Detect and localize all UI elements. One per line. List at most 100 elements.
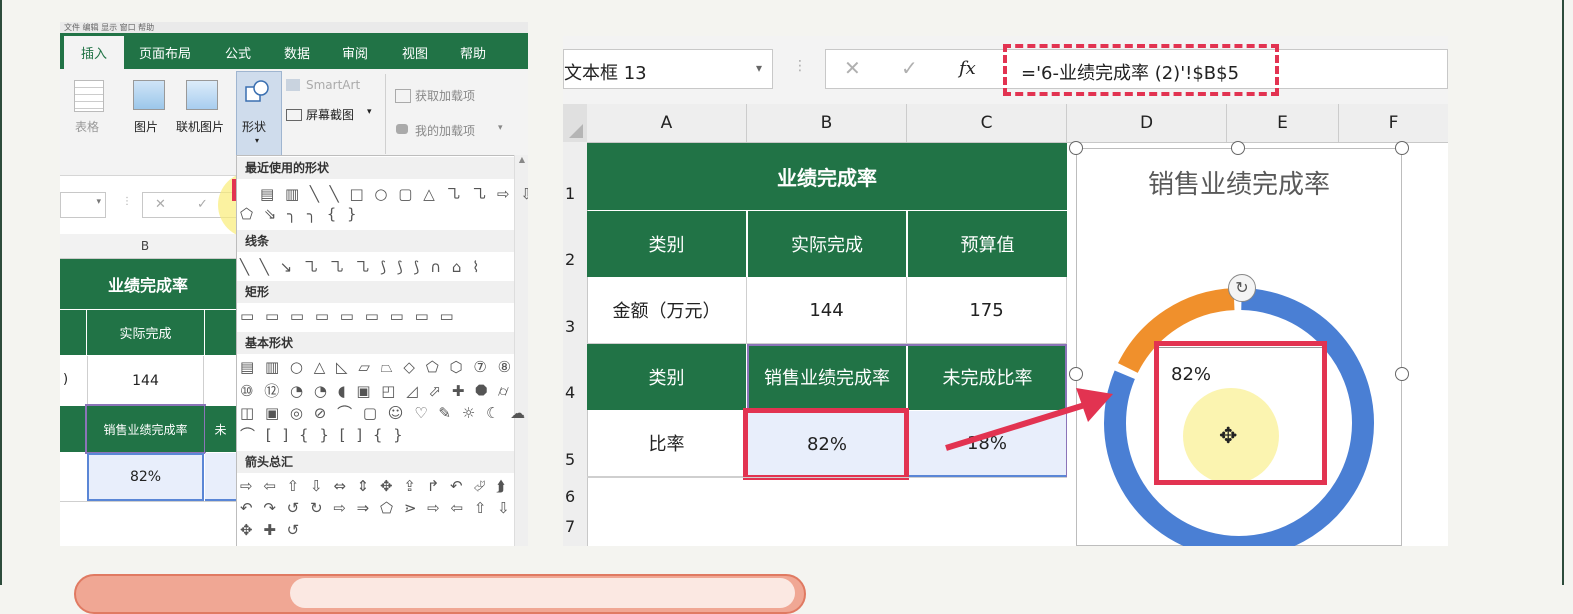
select-all-corner[interactable] (563, 104, 587, 142)
cancel-icon[interactable]: ✕ (155, 197, 166, 212)
row-header-4[interactable]: 4 (565, 383, 575, 402)
namebox[interactable]: 文本框 13 ▾ (563, 49, 773, 89)
column-header-b[interactable]: B (747, 104, 907, 142)
arrows-row-1[interactable]: ⇨ ⇦ ⇧ ⇩ ⇔ ⇕ ✥ ⇪ ↱ ↶ ⮰ ⮭ (240, 477, 508, 495)
lines-row[interactable]: ╲ ╲ ↘ ㇈ ㇈ ㇈ ⟆ ⟆ ⟆ ∩ ⌂ ⌇ (240, 256, 482, 277)
chart-handle-tm[interactable] (1231, 141, 1245, 155)
screenshot-button[interactable]: 屏幕截图 (306, 106, 354, 123)
left-cell-unfinished-fragment[interactable]: 未 (205, 406, 236, 452)
get-addins-button[interactable]: 获取加载项 (415, 87, 475, 104)
dropdown-scrollbar[interactable]: ▲ (514, 155, 528, 546)
ribbon-divider (385, 74, 386, 154)
menu-header-basic: 基本形状 (237, 332, 514, 354)
cell-c3[interactable]: 175 (907, 277, 1067, 344)
cell-title[interactable]: 业绩完成率 (587, 143, 1067, 210)
chevron-down-icon: ▾ (255, 136, 260, 145)
left-cell-a4-fragment (60, 406, 86, 452)
bottom-decoration-inner (290, 578, 795, 608)
tab-help[interactable]: 帮助 (460, 43, 486, 62)
puzzle-icon (396, 124, 408, 134)
row-header-1[interactable]: 1 (565, 184, 575, 203)
namebox-dropdown-icon[interactable]: ▾ (756, 61, 762, 75)
left-cell-stub: ) (63, 372, 69, 387)
left-cell-144[interactable]: 144 (87, 356, 204, 406)
tab-data[interactable]: 数据 (284, 43, 310, 62)
formula-separator-icon: ⋮ (793, 58, 807, 74)
row-header-2[interactable]: 2 (565, 250, 575, 269)
recent-shapes-row-1[interactable]: ▤ ▥ ╲ ╲ □ ○ ▢ △ ㇈ ㇈ ⇨ ⇩ (260, 183, 528, 204)
shapes-button[interactable]: 形状 (242, 118, 266, 135)
top-menu-bar: 文件 编辑 显示 窗口 帮助 (60, 22, 528, 33)
tab-formulas[interactable]: 公式 (225, 43, 251, 62)
basic-row-3[interactable]: ◫ ▣ ◎ ⊘ ⌒ ▢ ☺ ♡ ✎ ☼ ☾ ☁ (240, 402, 528, 423)
chart-handle-tl[interactable] (1069, 141, 1083, 155)
online-picture-icon (186, 80, 218, 110)
namebox-text: 文本框 13 (564, 63, 647, 84)
table-icon (74, 80, 104, 112)
row-header-3[interactable]: 3 (565, 317, 575, 336)
arrows-row-3[interactable]: ✥ ✚ ↺ (240, 521, 302, 539)
tab-insert[interactable]: 插入 (64, 36, 124, 69)
picture-button[interactable]: 图片 (134, 118, 158, 135)
scroll-up-icon[interactable]: ▲ (515, 155, 528, 164)
row-header-5[interactable]: 5 (565, 450, 575, 469)
basic-row-1[interactable]: ▤ ▥ ○ △ ◺ ▱ ⏢ ◇ ⬠ ⬡ ⑦ ⑧ (240, 358, 514, 376)
cell-b2[interactable]: 实际完成 (748, 211, 906, 277)
arrows-row-2[interactable]: ↶ ↷ ↺ ↻ ⇨ ⇒ ⬠ ⋗ ⇨ ⇦ ⇧ ⇩ (240, 499, 513, 517)
online-picture-button[interactable]: 联机图片 (176, 118, 224, 135)
rect-row[interactable]: ▭ ▭ ▭ ▭ ▭ ▭ ▭ ▭ ▭ (240, 307, 457, 325)
left-cell-actual[interactable]: 实际完成 (87, 310, 204, 355)
formula-bar-separator-icon: ⋮ (122, 196, 132, 207)
row-6-line (587, 477, 1067, 478)
fx-icon[interactable]: fx (959, 58, 976, 79)
rotate-handle-icon[interactable]: ↻ (1228, 274, 1256, 302)
basic-row-4[interactable]: ⌒ [ ] { } [ ] { } (240, 424, 406, 445)
select-all-triangle-icon (569, 124, 583, 138)
smartart-button[interactable]: SmartArt (306, 78, 360, 92)
column-header-c[interactable]: C (907, 104, 1067, 142)
my-addins-button[interactable]: 我的加载项 (415, 122, 475, 139)
enter-icon[interactable]: ✓ (197, 197, 208, 212)
tab-view[interactable]: 视图 (402, 43, 428, 62)
column-header-b[interactable]: B (86, 234, 204, 258)
recent-shapes-row-2[interactable]: ⬠ ⇘ ╮ ╮ { } (240, 205, 360, 223)
chart-handle-tr[interactable] (1395, 141, 1409, 155)
column-header-a[interactable]: A (587, 104, 747, 142)
screenshot-dropdown-icon: ▾ (367, 107, 372, 117)
menu-header-recent: 最近使用的形状 (237, 157, 514, 179)
cell-b5-highlight-box (743, 408, 909, 480)
tab-page-layout[interactable]: 页面布局 (139, 43, 191, 62)
smartart-icon (286, 79, 300, 91)
picture-icon (133, 80, 165, 110)
row-header-6[interactable]: 6 (565, 487, 575, 506)
cancel-icon[interactable]: ✕ (844, 56, 861, 80)
column-header-d[interactable]: D (1067, 104, 1227, 142)
cell-c2[interactable]: 预算值 (908, 211, 1067, 277)
cell-b3[interactable]: 144 (747, 277, 907, 344)
menu-header-lines: 线条 (237, 230, 514, 252)
table-button[interactable]: 表格 (75, 118, 99, 135)
cell-a2[interactable]: 类别 (587, 211, 746, 277)
shapes-icon (244, 79, 270, 103)
cell-a4[interactable]: 类别 (587, 344, 746, 410)
namebox-dropdown-icon: ▾ (96, 197, 101, 207)
row-line (60, 501, 236, 502)
left-cell-title[interactable]: 业绩完成率 (60, 259, 236, 309)
column-header-e[interactable]: E (1227, 104, 1339, 142)
left-cell-82[interactable]: 82% (87, 453, 204, 501)
menu-header-rect: 矩形 (237, 281, 514, 303)
enter-icon[interactable]: ✓ (901, 56, 918, 80)
cell-a3[interactable]: 金额（万元） (587, 277, 747, 344)
left-screenshot-panel: 文件 编辑 显示 窗口 帮助 插入 页面布局 公式 数据 审阅 视图 帮助 表格… (60, 22, 528, 546)
column-header-f[interactable]: F (1339, 104, 1448, 142)
right-screenshot-panel: 文本框 13 ▾ ⋮ ✕ ✓ fx ='6-业绩完成率 (2)'!$B$5 A … (563, 36, 1448, 546)
menu-header-arrows: 箭头总汇 (237, 451, 514, 473)
cell-a5[interactable]: 比率 (587, 410, 747, 477)
left-cell-c2-fragment (205, 310, 236, 355)
row-header-7[interactable]: 7 (565, 517, 575, 536)
basic-row-2[interactable]: ⑩ ⑫ ◔ ◔ ◖ ▣ ◰ ◿ ⬀ ✚ ⯃ ⌭ (240, 380, 512, 401)
left-cell-rate-label[interactable]: 销售业绩完成率 (85, 404, 206, 454)
namebox-fragment[interactable]: ▾ (60, 192, 106, 218)
chart-handle-mr[interactable] (1395, 367, 1409, 381)
tab-review[interactable]: 审阅 (342, 43, 368, 62)
